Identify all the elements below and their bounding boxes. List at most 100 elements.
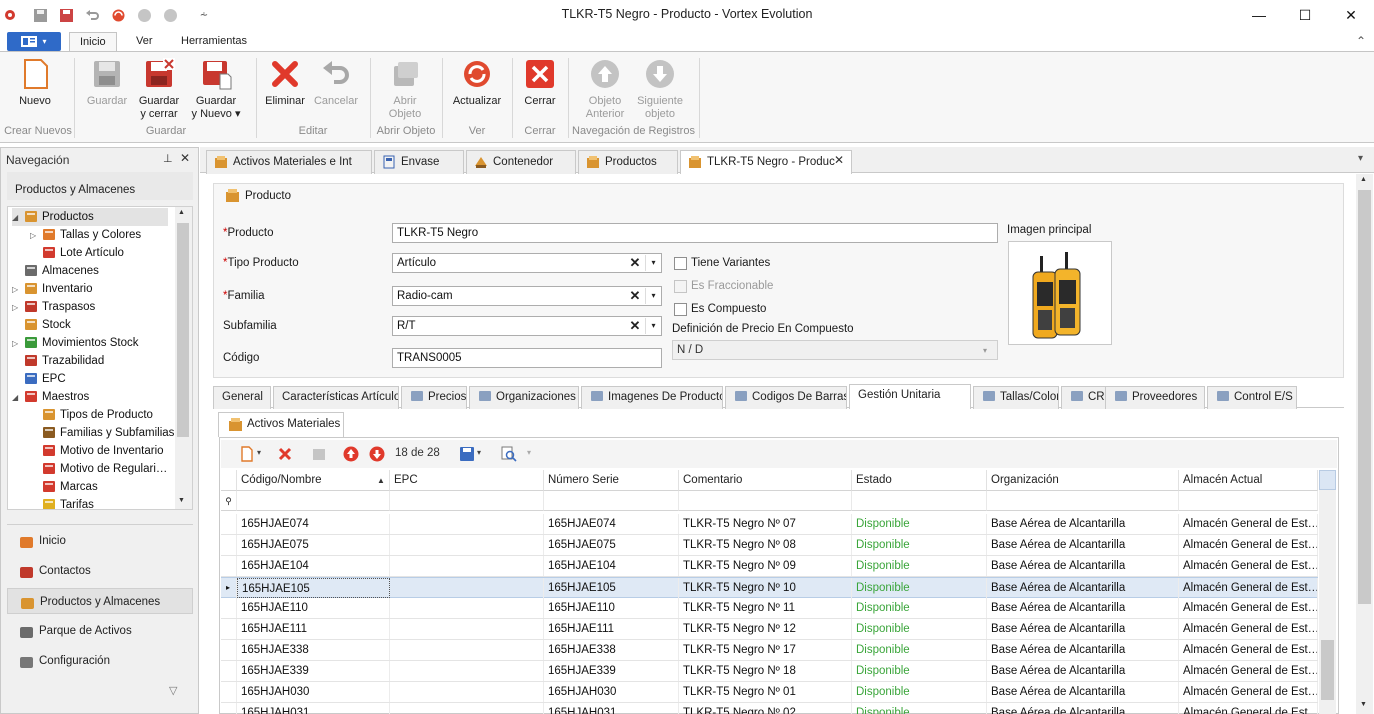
cerrar-button[interactable]: Cerrar	[520, 58, 560, 108]
eliminar-button[interactable]: Eliminar	[263, 58, 307, 108]
siguiente-objeto-button[interactable]: Siguiente objeto	[634, 58, 686, 121]
product-tab-4[interactable]: Imagenes De Producto	[581, 386, 723, 409]
previous-record-icon[interactable]	[343, 446, 359, 462]
filter-cell[interactable]	[544, 491, 679, 511]
tree-node[interactable]: Motivo de Inventario	[30, 442, 164, 460]
filter-cell[interactable]	[390, 491, 544, 511]
table-row[interactable]: 165HJAE075 165HJAE075 TLKR-T5 Negro Nº 08 D…	[221, 535, 1318, 556]
tiene-variantes-checkbox[interactable]	[674, 257, 687, 270]
table-row[interactable]: 165HJAE110 165HJAE110 TLKR-T5 Negro Nº 11 D…	[221, 598, 1318, 619]
save-layout-dropdown-icon[interactable]: ▾	[477, 448, 481, 457]
tree-scrollbar[interactable]: ▲ ▼	[175, 207, 192, 509]
tree-node[interactable]: Trazabilidad	[12, 352, 104, 370]
compuesto-checkbox[interactable]	[674, 303, 687, 316]
next-record-icon[interactable]	[369, 446, 385, 462]
dropdown-icon[interactable]: ▾	[645, 318, 661, 334]
abrir-objeto-button[interactable]: Abrir Objeto	[380, 58, 430, 121]
doc-tab-contenedor[interactable]: Contenedor	[466, 150, 576, 174]
product-tab-7[interactable]: Tallas/Colores	[973, 386, 1059, 409]
expand-arrow-icon[interactable]: ◢	[12, 389, 24, 407]
filter-cell[interactable]	[679, 491, 852, 511]
product-tab-8[interactable]: CRM	[1061, 386, 1111, 409]
familia-combo[interactable]: Radio-cam ✕ ▾	[392, 286, 662, 306]
expand-arrow-icon[interactable]: ▷	[12, 281, 24, 299]
sort-ascending-icon[interactable]: ▲	[377, 470, 385, 491]
codigo-field[interactable]: TRANS0005	[392, 348, 662, 368]
nav-button-contactos[interactable]: Contactos	[7, 558, 193, 584]
save-layout-icon[interactable]	[459, 446, 475, 462]
pin-icon[interactable]: ⊥	[163, 152, 173, 165]
table-row[interactable]: 165HJAH030 165HJAH030 TLKR-T5 Negro Nº 01 D…	[221, 682, 1318, 703]
grid-scrollbar[interactable]	[1319, 470, 1336, 714]
expand-arrow-icon[interactable]: ▷	[12, 299, 24, 317]
nuevo-button[interactable]: Nuevo	[10, 58, 60, 108]
minimize-button[interactable]: —	[1236, 0, 1282, 30]
column-header[interactable]: Número Serie	[544, 470, 679, 491]
content-scrollbar[interactable]: ▲ ▼	[1356, 174, 1373, 714]
tree-node[interactable]: Lote Artículo	[30, 244, 124, 262]
product-tab-2[interactable]: Precios	[401, 386, 467, 409]
close-tab-icon[interactable]: ✕	[834, 153, 844, 167]
guardar-button[interactable]: Guardar	[84, 58, 130, 108]
tree-node[interactable]: Almacenes	[12, 262, 99, 280]
collapse-ribbon-icon[interactable]: ⌃	[1356, 34, 1366, 48]
nav-button-productos-y-almacenes[interactable]: Productos y Almacenes	[7, 588, 193, 614]
expand-arrow-icon[interactable]: ▷	[30, 227, 42, 245]
filter-cell[interactable]	[237, 491, 390, 511]
tree-node[interactable]: ▷ Traspasos	[12, 298, 95, 316]
subfamilia-combo[interactable]: R/T ✕ ▾	[392, 316, 662, 336]
table-row[interactable]: 165HJAH031 165HJAH031 TLKR-T5 Negro Nº 02 D…	[221, 703, 1318, 714]
column-header[interactable]: Organización	[987, 470, 1179, 491]
table-row[interactable]: 165HJAE338 165HJAE338 TLKR-T5 Negro Nº 17 D…	[221, 640, 1318, 661]
tree-node[interactable]: Marcas	[30, 478, 98, 496]
tree-node[interactable]: ▷ Tallas y Colores	[30, 226, 141, 244]
clear-icon[interactable]: ✕	[627, 255, 643, 271]
subtab-activos-materiales[interactable]: Activos Materiales	[218, 412, 344, 437]
doc-tab-envase[interactable]: Envase	[374, 150, 464, 174]
product-image[interactable]	[1008, 241, 1112, 345]
clear-icon[interactable]: ✕	[627, 288, 643, 304]
open-record-icon[interactable]	[311, 446, 327, 462]
new-record-icon[interactable]	[239, 446, 255, 462]
clear-icon[interactable]: ✕	[627, 318, 643, 334]
tab-ver[interactable]: Ver	[126, 32, 163, 52]
table-row[interactable]: 165HJAE104 165HJAE104 TLKR-T5 Negro Nº 09 D…	[221, 556, 1318, 577]
close-nav-icon[interactable]: ✕	[180, 151, 190, 165]
product-tab-6[interactable]: Gestión Unitaria	[849, 384, 971, 409]
close-window-button[interactable]: ✕	[1328, 0, 1374, 30]
column-header[interactable]: Almacén Actual	[1179, 470, 1318, 491]
tree-node[interactable]: Stock	[12, 316, 71, 334]
maximize-button[interactable]: ☐	[1282, 0, 1328, 30]
doc-tab-activos[interactable]: Activos Materiales e Int	[206, 150, 372, 174]
tree-node[interactable]: ◢ Productos	[12, 208, 168, 226]
tab-herramientas[interactable]: Herramientas	[171, 32, 257, 52]
doc-tab-producto-actual[interactable]: TLKR-T5 Negro - Produc	[680, 150, 852, 175]
fraccionable-checkbox[interactable]	[674, 280, 687, 293]
file-menu-button[interactable]: ▾	[7, 32, 61, 51]
tipo-producto-combo[interactable]: Artículo ✕ ▾	[392, 253, 662, 273]
column-header[interactable]: Estado	[852, 470, 987, 491]
column-header[interactable]: EPC	[390, 470, 544, 491]
guardar-nuevo-button[interactable]: Guardar y Nuevo ▾	[188, 58, 244, 121]
table-row[interactable]: 165HJAE339 165HJAE339 TLKR-T5 Negro Nº 18 D…	[221, 661, 1318, 682]
tree-node[interactable]: ▷ Inventario	[12, 280, 93, 298]
tree-node[interactable]: ▷ Movimientos Stock	[12, 334, 139, 352]
producto-field[interactable]: TLKR-T5 Negro	[392, 223, 998, 243]
nav-button-configuración[interactable]: Configuración	[7, 648, 193, 674]
column-header[interactable]: Código/Nombre ▲	[237, 470, 390, 491]
product-tab-5[interactable]: Codigos De Barras	[725, 386, 847, 409]
tree-node[interactable]: Familias y Subfamilias	[30, 424, 174, 442]
cancelar-button[interactable]: Cancelar	[313, 58, 359, 108]
product-tab-3[interactable]: Organizaciones	[469, 386, 579, 409]
nav-button-inicio[interactable]: Inicio	[7, 528, 193, 554]
dropdown-icon[interactable]: ▾	[645, 255, 661, 271]
column-header[interactable]: Comentario	[679, 470, 852, 491]
table-row[interactable]: 165HJAE074 165HJAE074 TLKR-T5 Negro Nº 07 D…	[221, 514, 1318, 535]
expand-nav-icon[interactable]: ▽	[169, 684, 177, 697]
doc-tab-productos[interactable]: Productos	[578, 150, 678, 174]
filter-icon[interactable]: ⚲	[221, 491, 237, 511]
guardar-cerrar-button[interactable]: Guardar y cerrar	[136, 58, 182, 121]
nav-button-parque-de-activos[interactable]: Parque de Activos	[7, 618, 193, 644]
expand-arrow-icon[interactable]: ▷	[12, 335, 24, 353]
delete-record-icon[interactable]	[277, 446, 293, 462]
